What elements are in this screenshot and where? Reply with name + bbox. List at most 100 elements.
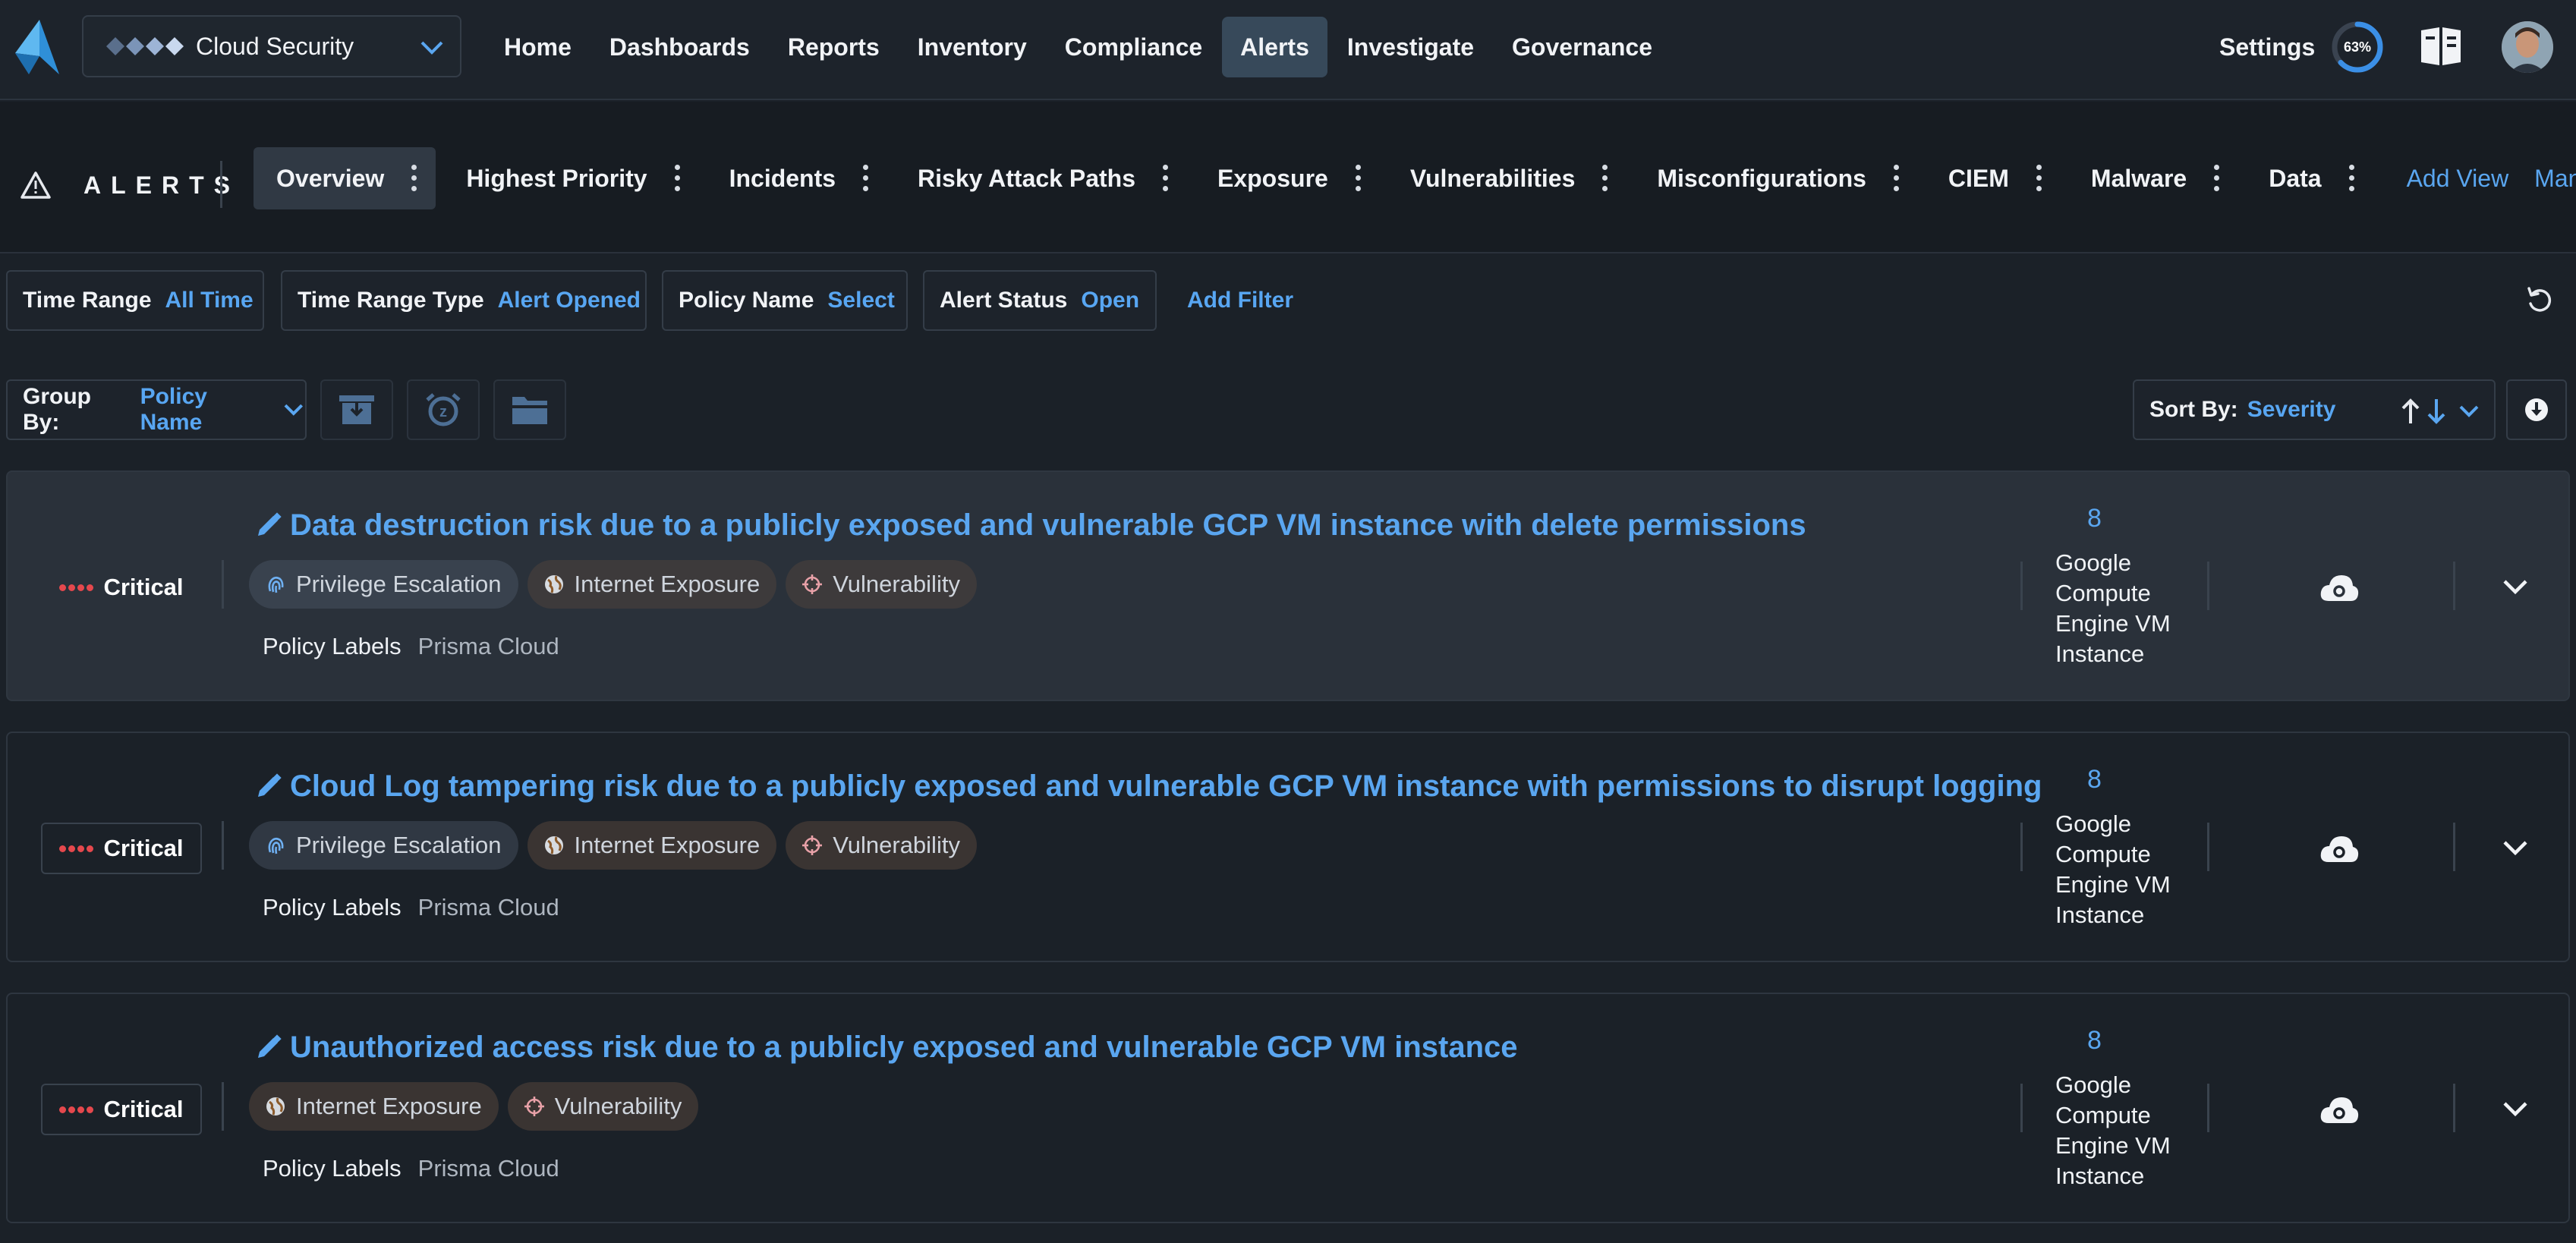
alert-title-row[interactable]: Data destruction risk due to a publicly … [255, 504, 1806, 546]
add-view-link[interactable]: Add View [2407, 147, 2509, 209]
filter-time-range[interactable]: Time Range All Time [6, 270, 264, 331]
reset-icon[interactable] [2524, 285, 2555, 316]
alert-title-row[interactable]: Cloud Log tampering risk due to a public… [255, 765, 2042, 807]
kebab-menu-icon[interactable] [2348, 163, 2355, 194]
severity-badge: Critical [41, 1084, 202, 1135]
resource-type: Google Compute Engine VM Instance [2055, 549, 2171, 667]
open-folder-button[interactable] [493, 379, 566, 440]
kebab-menu-icon[interactable] [1892, 163, 1900, 194]
tab-label: Incidents [729, 164, 836, 192]
nav-dashboards[interactable]: Dashboards [591, 17, 768, 77]
crosshair-icon [802, 835, 823, 855]
pencil-icon[interactable] [255, 773, 282, 800]
tag-vulnerability: Vulnerability [786, 560, 977, 609]
crosshair-icon [802, 574, 823, 594]
nav-alerts[interactable]: Alerts [1222, 17, 1327, 77]
chevron-down-icon[interactable] [2502, 838, 2529, 859]
manage-views-link[interactable]: Manage Vie [2534, 147, 2576, 209]
tag-label: Internet Exposure [574, 571, 761, 597]
tab-risky-attack-paths[interactable]: Risky Attack Paths [895, 147, 1187, 209]
filter-key: Time Range [23, 288, 152, 313]
alert-count[interactable]: 8 [2087, 1026, 2163, 1056]
settings-link[interactable]: Settings [2219, 17, 2315, 77]
resource-type: Google Compute Engine VM Instance [2055, 1071, 2171, 1189]
tab-data[interactable]: Data [2246, 147, 2373, 209]
chevron-down-icon[interactable] [2502, 577, 2529, 598]
divider [2020, 1084, 2023, 1132]
kebab-menu-icon[interactable] [673, 163, 681, 194]
nav-home[interactable]: Home [486, 17, 590, 77]
divider [2453, 823, 2455, 871]
kebab-menu-icon[interactable] [1161, 163, 1169, 194]
snooze-button[interactable]: z [407, 379, 480, 440]
divider [222, 560, 224, 609]
user-avatar[interactable] [2502, 21, 2553, 73]
kebab-menu-icon[interactable] [861, 163, 869, 194]
policy-labels-value: Prisma Cloud [417, 894, 559, 920]
filter-value: Select [827, 288, 895, 313]
sort-by-select[interactable]: Sort By: Severity [2133, 379, 2496, 440]
severity-dots-icon [59, 584, 96, 591]
tag-privilege-escalation: Privilege Escalation [249, 560, 518, 609]
prisma-logo-icon[interactable] [14, 18, 61, 76]
chevron-down-icon[interactable] [2502, 1099, 2529, 1120]
nav-inventory[interactable]: Inventory [899, 17, 1045, 77]
tag-label: Privilege Escalation [296, 571, 502, 597]
tab-vulnerabilities[interactable]: Vulnerabilities [1387, 147, 1627, 209]
product-switcher[interactable]: Cloud Security [82, 15, 461, 77]
policy-labels-key: Policy Labels [263, 633, 402, 659]
dismiss-button[interactable] [320, 379, 393, 440]
tab-misconfigurations[interactable]: Misconfigurations [1634, 147, 1918, 209]
chevron-down-icon [284, 404, 304, 416]
book-icon[interactable] [2418, 24, 2464, 68]
filter-value: Open [1081, 288, 1140, 313]
tab-overview[interactable]: Overview [254, 147, 436, 209]
filter-alert-status[interactable]: Alert Status Open [923, 270, 1157, 331]
tag-label: Internet Exposure [296, 1093, 482, 1119]
tab-exposure[interactable]: Exposure [1195, 147, 1380, 209]
kebab-menu-icon[interactable] [2212, 163, 2220, 194]
alert-title[interactable]: Cloud Log tampering risk due to a public… [290, 769, 2042, 804]
filter-policy-name[interactable]: Policy Name Select [662, 270, 908, 331]
alert-title[interactable]: Unauthorized access risk due to a public… [290, 1031, 1518, 1065]
tag-internet-exposure: Internet Exposure [527, 821, 777, 870]
svg-text:z: z [439, 404, 447, 420]
nav-governance[interactable]: Governance [1494, 17, 1671, 77]
archive-icon [339, 395, 374, 424]
alert-title-row[interactable]: Unauthorized access risk due to a public… [255, 1026, 1518, 1068]
sort-direction-icon[interactable] [2400, 396, 2483, 426]
alert-title[interactable]: Data destruction risk due to a publicly … [290, 508, 1806, 543]
kebab-menu-icon[interactable] [1354, 163, 1362, 194]
group-by-select[interactable]: Group By: Policy Name [6, 379, 307, 440]
tab-ciem[interactable]: CIEM [1926, 147, 2061, 209]
tab-incidents[interactable]: Incidents [707, 147, 887, 209]
alert-card[interactable]: Critical Unauthorized access risk due to… [6, 993, 2570, 1223]
tab-label: Highest Priority [466, 164, 647, 192]
tab-label: Risky Attack Paths [918, 164, 1135, 192]
policy-labels-value: Prisma Cloud [417, 1155, 559, 1182]
nav-compliance[interactable]: Compliance [1047, 17, 1220, 77]
policy-labels: Policy Labels Prisma Cloud [263, 894, 559, 921]
alert-card[interactable]: Critical Data destruction risk due to a … [6, 470, 2570, 701]
kebab-menu-icon[interactable] [2035, 163, 2042, 194]
nav-reports[interactable]: Reports [770, 17, 898, 77]
kebab-menu-icon[interactable] [410, 163, 417, 194]
fingerprint-icon [268, 576, 284, 593]
add-filter-button[interactable]: Add Filter [1187, 270, 1293, 331]
pencil-icon[interactable] [255, 511, 282, 539]
policy-labels-key: Policy Labels [263, 894, 402, 920]
sort-by-value: Severity [2247, 397, 2336, 422]
pencil-icon[interactable] [255, 1034, 282, 1061]
top-navigation-bar: Cloud Security Home Dashboards Reports I… [0, 0, 2576, 100]
policy-labels: Policy Labels Prisma Cloud [263, 633, 559, 660]
nav-investigate[interactable]: Investigate [1329, 17, 1492, 77]
tab-malware[interactable]: Malware [2068, 147, 2238, 209]
kebab-menu-icon[interactable] [1601, 163, 1608, 194]
tab-highest-priority[interactable]: Highest Priority [443, 147, 698, 209]
alert-count[interactable]: 8 [2087, 504, 2163, 533]
filter-time-range-type[interactable]: Time Range Type Alert Opened [281, 270, 647, 331]
alert-card[interactable]: Critical Cloud Log tampering risk due to… [6, 732, 2570, 962]
alert-count[interactable]: 8 [2087, 765, 2163, 795]
alerts-title-text: ALERTS [83, 171, 240, 199]
download-button[interactable] [2506, 379, 2567, 440]
